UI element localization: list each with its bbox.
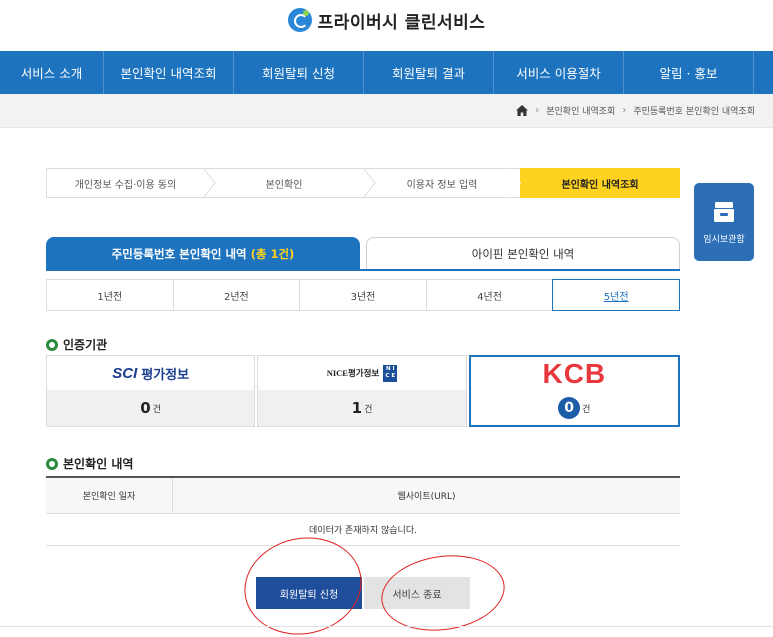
temp-storage-button[interactable]: 임시보관함 [694, 183, 754, 261]
year-option-1[interactable]: 1년전 [47, 280, 174, 310]
agencies-heading: 인증기관 [46, 336, 107, 353]
step-active-tip [666, 168, 679, 198]
chevron-right-icon: › [622, 105, 627, 116]
nav-item-history[interactable]: 본인확인 내역조회 [104, 51, 234, 94]
site-logo[interactable]: 프라이버시 클린서비스 [0, 7, 773, 33]
chevron-right-icon: › [535, 105, 540, 116]
sci-logo: SCI 평가정보 [47, 356, 254, 390]
step-1: 개인정보 수집·이용 동의 [46, 168, 216, 198]
tab-resident-number[interactable]: 주민등록번호 본인확인 내역 (총 1건) [46, 237, 360, 270]
column-header-url: 웹사이트(URL) [397, 492, 456, 502]
agency-card-kcb[interactable]: KCB 0 건 [468, 355, 680, 427]
progress-steps: 개인정보 수집·이용 동의 본인확인 이용자 정보 입력 본인확인 내역조회 [46, 168, 680, 198]
year-option-2[interactable]: 2년전 [174, 280, 301, 310]
history-heading: 본인확인 내역 [46, 455, 133, 472]
count-value: 1 [351, 399, 363, 417]
year-option-3[interactable]: 3년전 [300, 280, 427, 310]
step-chevron-icon [203, 168, 216, 198]
main-nav: 서비스 소개 본인확인 내역조회 회원탈퇴 신청 회원탈퇴 결과 서비스 이용절… [0, 51, 773, 94]
archive-box-icon [714, 201, 734, 222]
nav-item-notice[interactable]: 알림 · 홍보 [624, 51, 754, 94]
footer-divider [0, 626, 773, 627]
breadcrumb-item[interactable]: 본인확인 내역조회 [546, 104, 615, 117]
nav-item-withdraw-request[interactable]: 회원탈퇴 신청 [234, 51, 364, 94]
nice-badge-top: N I [385, 366, 395, 372]
nav-item-withdraw-result[interactable]: 회원탈퇴 결과 [364, 51, 494, 94]
count-unit: 건 [364, 404, 373, 415]
tab-count: (총 1건) [250, 246, 295, 261]
year-option-5[interactable]: 5년전 [552, 279, 680, 311]
agency-count: 0 건 [47, 390, 255, 426]
agency-count: 0 건 [470, 391, 678, 425]
tab-underline [46, 269, 680, 271]
tab-label: 아이핀 본인확인 내역 [471, 246, 575, 261]
step-label: 본인확인 [265, 179, 303, 191]
year-option-4[interactable]: 4년전 [427, 280, 554, 310]
year-filter: 1년전 2년전 3년전 4년전 5년전 [46, 279, 680, 311]
agency-name: NICE평가정보 [326, 368, 380, 378]
count-value: 0 [140, 399, 151, 417]
section-bullet-icon [46, 338, 58, 351]
nav-item-process[interactable]: 서비스 이용절차 [494, 51, 624, 94]
e-logo-icon [287, 8, 312, 32]
site-title: 프라이버시 클린서비스 [317, 12, 486, 33]
tab-ipin[interactable]: 아이핀 본인확인 내역 [366, 237, 680, 270]
step-active-notch [508, 168, 521, 198]
nav-item-service-intro[interactable]: 서비스 소개 [0, 51, 104, 94]
section-title: 인증기관 [63, 338, 108, 352]
tab-label: 주민등록번호 본인확인 내역 [111, 246, 247, 261]
step-label: 본인확인 내역조회 [561, 179, 639, 191]
history-table: 본인확인 일자 웹사이트(URL) 데이터가 존재하지 않습니다. [46, 476, 680, 546]
step-3: 이용자 정보 입력 [364, 168, 520, 198]
nice-badge-bottom: C E [385, 373, 396, 379]
agency-list: SCI 평가정보 0 건 NICE평가정보 N I C E 1 건 KCB 0 … [46, 355, 680, 427]
section-title: 본인확인 내역 [63, 457, 134, 471]
agency-name: KCB [542, 358, 607, 389]
step-chevron-icon [363, 168, 376, 198]
agency-name: SCI [112, 364, 138, 382]
step-label: 이용자 정보 입력 [406, 179, 478, 191]
agency-subtitle: 평가정보 [141, 367, 190, 383]
agency-count: 1 건 [258, 390, 466, 426]
home-icon[interactable] [516, 105, 529, 116]
column-header-date: 본인확인 일자 [46, 478, 173, 513]
count-value: 0 [558, 397, 581, 419]
kcb-logo: KCB [471, 357, 678, 391]
breadcrumb-item-current: 주민등록번호 본인확인 내역조회 [633, 107, 755, 117]
nice-logo: NICE평가정보 N I C E [258, 356, 465, 390]
annotation-circle [376, 547, 510, 637]
step-4-active: 본인확인 내역조회 [520, 168, 680, 198]
breadcrumb: › 본인확인 내역조회 › 주민등록번호 본인확인 내역조회 [0, 94, 773, 128]
table-header: 본인확인 일자 웹사이트(URL) [46, 478, 680, 514]
agency-card-sci[interactable]: SCI 평가정보 0 건 [46, 355, 256, 427]
step-2: 본인확인 [204, 168, 376, 198]
empty-message: 데이터가 존재하지 않습니다. [46, 514, 680, 546]
step-label: 개인정보 수집·이용 동의 [74, 179, 177, 191]
agency-card-nice[interactable]: NICE평가정보 N I C E 1 건 [257, 355, 467, 427]
section-bullet-icon [46, 457, 58, 470]
count-unit: 건 [582, 404, 591, 415]
nice-badge-icon: N I C E [383, 364, 398, 382]
count-unit: 건 [152, 404, 162, 415]
temp-storage-label: 임시보관함 [703, 234, 745, 245]
